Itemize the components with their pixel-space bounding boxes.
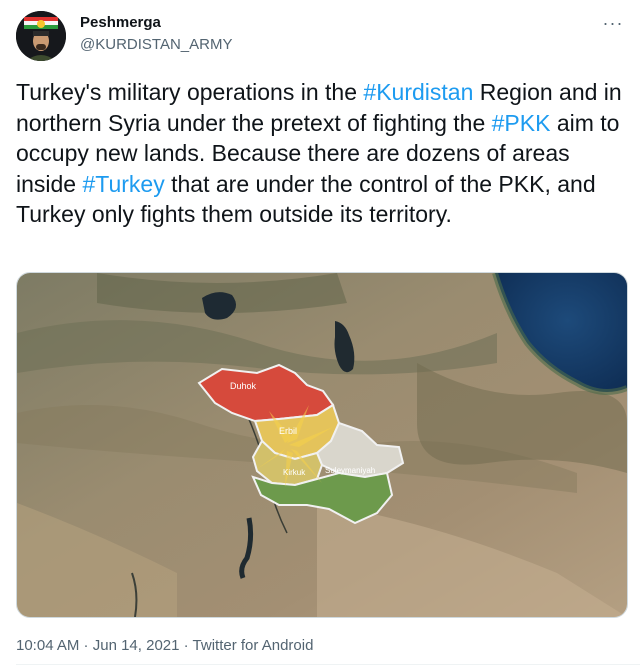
tweet-header: Peshmerga @KURDISTAN_ARMY ···: [16, 10, 624, 62]
avatar[interactable]: [16, 11, 66, 61]
map-label-kirkuk: Kirkuk: [283, 468, 306, 477]
tweet-source-link[interactable]: Twitter for Android: [193, 637, 314, 654]
map-label-duhok: Duhok: [230, 381, 257, 391]
tweet-time-link[interactable]: 10:04 AM · Jun 14, 2021: [16, 637, 179, 654]
author-handle[interactable]: @KURDISTAN_ARMY: [80, 36, 232, 53]
hashtag-turkey[interactable]: #Turkey: [82, 171, 164, 197]
meta-separator: ·: [179, 637, 193, 654]
hashtag-kurdistan[interactable]: #Kurdistan: [363, 79, 473, 105]
author-name[interactable]: Peshmerga: [80, 14, 161, 31]
tweet-date: Jun 14, 2021: [92, 637, 180, 654]
more-horizontal-icon[interactable]: ···: [602, 14, 624, 38]
tweet-media[interactable]: Duhok Erbil Kirkuk Suleymaniyah: [16, 272, 628, 618]
kurdistan-map-image: Duhok Erbil Kirkuk Suleymaniyah: [17, 273, 627, 617]
hashtag-pkk[interactable]: #PKK: [492, 110, 551, 136]
tweet-text: Turkey's military operations in the #Kur…: [16, 77, 628, 230]
tweet-time: 10:04 AM: [16, 637, 80, 654]
map-label-suleymaniyah: Suleymaniyah: [325, 466, 375, 475]
meta-separator: ·: [79, 637, 93, 654]
tweet-text-segment: Turkey's military operations in the: [16, 79, 364, 105]
map-label-erbil: Erbil: [279, 426, 297, 436]
tweet-meta: 10:04 AM · Jun 14, 2021 · Twitter for An…: [16, 637, 313, 654]
avatar-image: [16, 11, 66, 61]
